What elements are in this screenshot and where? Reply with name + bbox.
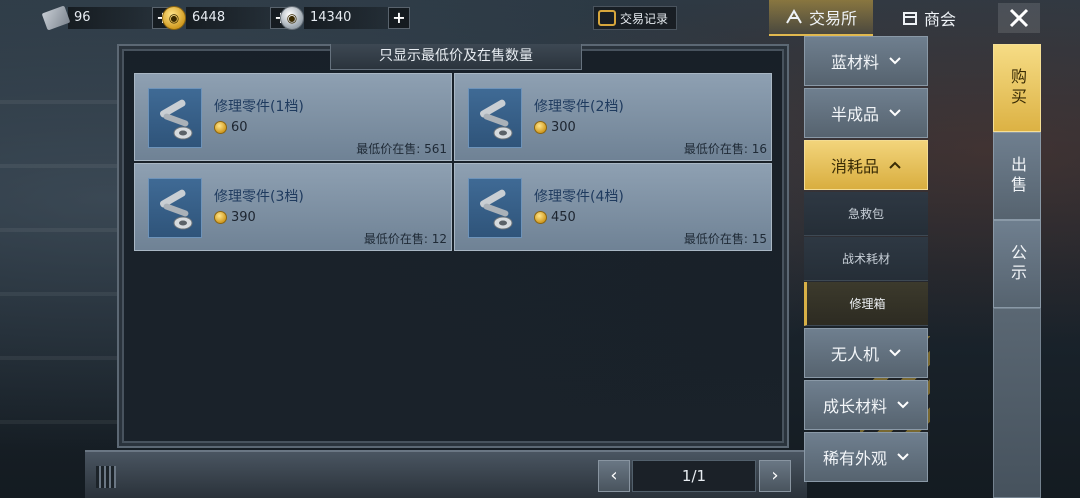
repair-parts-icon	[468, 178, 522, 238]
category-label: 成长材料	[822, 397, 887, 416]
close-button[interactable]	[998, 3, 1040, 33]
category-semi-finished[interactable]: 半成品	[804, 88, 928, 138]
item-card[interactable]: 修理零件(3档) 390 最低价在售: 12	[134, 163, 452, 251]
panel-header: 只显示最低价及在售数量	[330, 44, 582, 70]
currency-value: 14340	[304, 7, 388, 29]
category-label: 蓝材料	[830, 53, 879, 72]
category-consumables[interactable]: 消耗品	[804, 140, 928, 190]
item-card[interactable]: 修理零件(4档) 450 最低价在售: 15	[454, 163, 772, 251]
exchange-icon	[786, 9, 802, 24]
close-icon	[1009, 8, 1029, 28]
chevron-down-icon	[897, 453, 909, 461]
category-label: 消耗品	[830, 157, 879, 176]
price-value: 300	[551, 120, 576, 135]
top-bar: 96 + ◉ 6448 + ◉ 14340 + 交易记录 交易所 商会	[0, 0, 1080, 36]
item-price: 60	[214, 120, 248, 135]
item-price: 390	[214, 210, 256, 225]
trade-log-button[interactable]: 交易记录	[593, 6, 678, 30]
category-label: 无人机	[830, 345, 879, 364]
item-card[interactable]: 修理零件(1档) 60 最低价在售: 561	[134, 73, 452, 161]
background-weapon-rack	[0, 40, 120, 460]
item-stock: 最低价在售: 12	[364, 230, 447, 247]
gold-coin-icon: ◉	[162, 6, 186, 30]
category-drone[interactable]: 无人机	[804, 328, 928, 378]
tab-shop[interactable]: 商会	[889, 0, 969, 36]
gold-coin-icon	[214, 211, 227, 224]
category-growth-materials[interactable]: 成长材料	[804, 380, 928, 430]
category-label: 稀有外观	[822, 449, 887, 468]
price-value: 450	[551, 210, 576, 225]
category-blue-materials[interactable]: 蓝材料	[804, 36, 928, 86]
trade-log-label: 交易记录	[620, 11, 669, 26]
chevron-down-icon	[897, 401, 909, 409]
stock-value: 16	[751, 142, 767, 156]
stock-label: 最低价在售:	[683, 232, 748, 246]
chevron-down-icon	[889, 109, 901, 117]
item-list-panel: 只显示最低价及在售数量 修理零件(1档) 60 最低价在售: 561 修理零件(…	[117, 44, 789, 448]
currency-value: 96	[68, 7, 152, 29]
vent-decoration	[96, 466, 116, 488]
trade-log-icon	[598, 10, 616, 26]
currency-silver: ◉ 14340 +	[280, 6, 410, 30]
tab-label: 交易所	[808, 9, 857, 28]
repair-parts-icon	[148, 178, 202, 238]
stock-label: 最低价在售:	[356, 142, 421, 156]
item-price: 450	[534, 210, 576, 225]
repair-parts-icon	[148, 88, 202, 148]
prev-page-button[interactable]: ‹	[598, 460, 630, 492]
category-label: 半成品	[830, 105, 879, 124]
next-page-button[interactable]: ›	[759, 460, 791, 492]
tab-buy[interactable]: 购买	[993, 44, 1041, 132]
ticket-icon	[41, 5, 71, 31]
item-stock: 最低价在售: 15	[684, 230, 767, 247]
subcategory-first-aid[interactable]: 急救包	[804, 192, 928, 236]
stock-label: 最低价在售:	[683, 142, 748, 156]
category-sidebar: 蓝材料 半成品 消耗品 急救包 战术耗材 修理箱 无人机 成长材料 稀有外观	[804, 36, 928, 498]
gold-coin-icon	[534, 211, 547, 224]
subcategory-tactical[interactable]: 战术耗材	[804, 237, 928, 281]
item-stock: 最低价在售: 561	[356, 140, 447, 157]
item-name: 修理零件(2档)	[534, 99, 624, 115]
gold-coin-icon	[214, 121, 227, 134]
item-name: 修理零件(3档)	[214, 189, 304, 205]
chevron-down-icon	[889, 57, 901, 65]
currency-value: 6448	[186, 7, 270, 29]
stock-value: 561	[424, 142, 447, 156]
stock-label: 最低价在售:	[363, 232, 428, 246]
tab-label: 商会	[923, 10, 956, 29]
item-price: 300	[534, 120, 576, 135]
category-rare-skins[interactable]: 稀有外观	[804, 432, 928, 482]
trade-mode-tabs: 购买 出售 公示	[993, 44, 1041, 498]
tab-announcement[interactable]: 公示	[993, 220, 1041, 308]
chevron-up-icon	[889, 161, 901, 169]
stock-value: 15	[751, 232, 767, 246]
currency-gold: ◉ 6448 +	[162, 6, 292, 30]
page-indicator: 1/1	[632, 460, 756, 492]
shop-icon	[902, 12, 917, 25]
stock-value: 12	[431, 232, 447, 246]
tab-sell[interactable]: 出售	[993, 132, 1041, 220]
price-value: 390	[231, 210, 256, 225]
repair-parts-icon	[468, 88, 522, 148]
add-silver-button[interactable]: +	[388, 7, 410, 29]
item-name: 修理零件(4档)	[534, 189, 624, 205]
tab-exchange[interactable]: 交易所	[769, 0, 873, 36]
item-card[interactable]: 修理零件(2档) 300 最低价在售: 16	[454, 73, 772, 161]
subcategory-repair-kit[interactable]: 修理箱	[804, 282, 928, 326]
currency-ticket: 96 +	[41, 5, 174, 31]
item-name: 修理零件(1档)	[214, 99, 304, 115]
gold-coin-icon	[534, 121, 547, 134]
chevron-down-icon	[889, 349, 901, 357]
price-value: 60	[231, 120, 248, 135]
item-stock: 最低价在售: 16	[684, 140, 767, 157]
silver-coin-icon: ◉	[280, 6, 304, 30]
tab-filler	[993, 308, 1041, 498]
